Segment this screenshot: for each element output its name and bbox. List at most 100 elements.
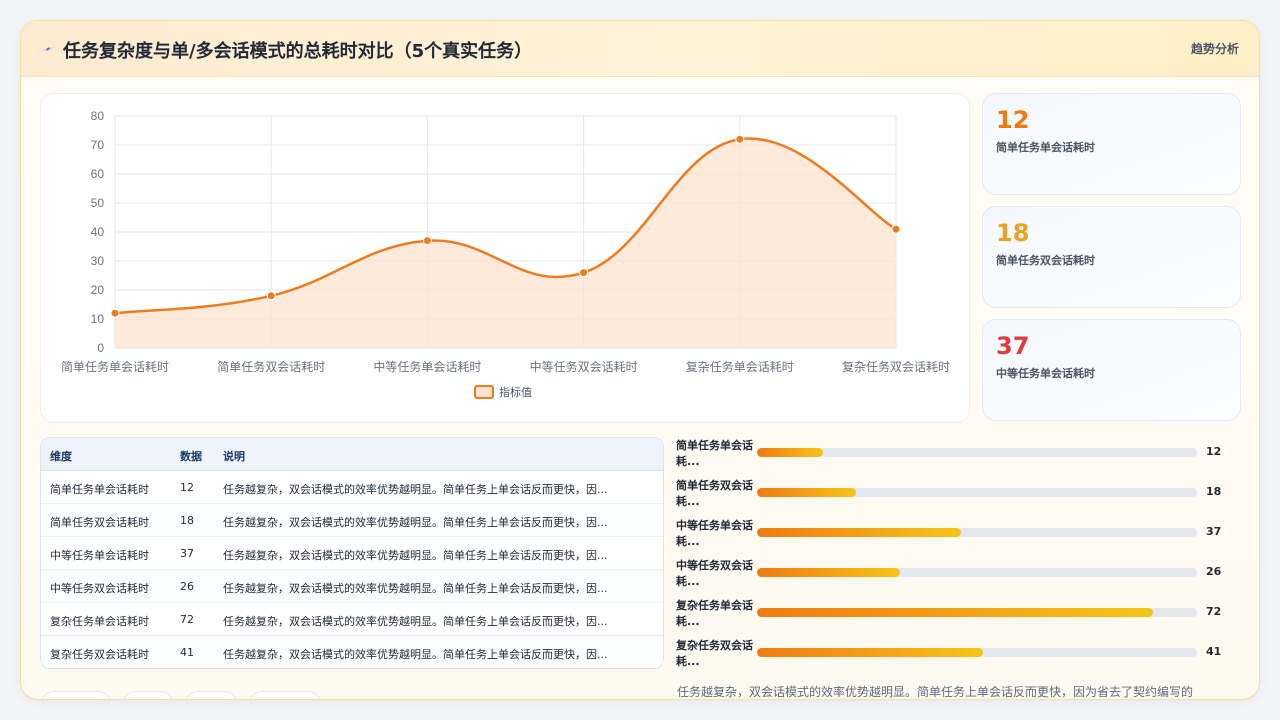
trend-analysis-button[interactable]: 趋势分析 <box>1191 40 1239 57</box>
column-header: 数据 <box>180 450 202 463</box>
cell-dimension: 简单任务单会话耗时 <box>50 483 149 496</box>
bar-value: 72 <box>1206 605 1222 618</box>
bar-track <box>757 488 1197 497</box>
chart-panel: 0 10 20 30 40 50 60 70 80 简单任务单会话耗时 简单任务双会话耗时 中等任务单… <box>40 93 970 423</box>
cell-description: 任务越复杂，双会话模式的效率优势越明显。简单任务上单会话反而更快，因... <box>223 516 608 529</box>
data-point <box>891 224 901 234</box>
y-tick-label: 10 <box>91 312 105 326</box>
filter-chip[interactable] <box>123 691 173 699</box>
table-row[interactable]: 简单任务单会话耗时 12 任务越复杂，双会话模式的效率优势越明显。简单任务上单会… <box>41 471 663 504</box>
bar-track <box>757 568 1197 577</box>
progress-bar-item: 复杂任务单会话耗... 72 <box>676 598 1236 638</box>
stat-card: 37 中等任务单会话耗时 <box>982 319 1241 421</box>
series-area <box>115 138 896 348</box>
stat-value: 12 <box>996 106 1030 134</box>
bar-label: 复杂任务单会话耗... <box>676 599 753 628</box>
table-row[interactable]: 复杂任务单会话耗时 72 任务越复杂，双会话模式的效率优势越明显。简单任务上单会… <box>41 603 663 636</box>
bar-fill <box>757 488 856 497</box>
line-area-chart: 0 10 20 30 40 50 60 70 80 简单任务单会话耗时 简单任务双会话耗时 中等任务单… <box>61 109 950 399</box>
cell-description: 任务越复杂，双会话模式的效率优势越明显。简单任务上单会话反而更快，因... <box>223 648 608 661</box>
cell-description: 任务越复杂，双会话模式的效率优势越明显。简单任务上单会话反而更快，因... <box>223 582 608 595</box>
bar-label: 中等任务双会话耗... <box>676 559 753 588</box>
column-header: 说明 <box>223 450 245 463</box>
summary-note: 任务越复杂，双会话模式的效率优势越明显。简单任务上单会话反而更快，因为省去了契约… <box>677 685 1194 699</box>
stat-card: 12 简单任务单会话耗时 <box>982 93 1241 195</box>
table-row[interactable]: 简单任务双会话耗时 18 任务越复杂，双会话模式的效率优势越明显。简单任务上单会… <box>41 504 663 537</box>
stat-label: 简单任务单会话耗时 <box>996 141 1095 154</box>
bar-label: 中等任务单会话耗... <box>676 519 753 548</box>
y-tick-label: 40 <box>91 225 105 239</box>
cell-dimension: 复杂任务单会话耗时 <box>50 615 149 628</box>
y-tick-label: 0 <box>97 341 104 355</box>
bar-value: 37 <box>1206 525 1222 538</box>
cell-value: 26 <box>180 580 194 593</box>
y-tick-label: 60 <box>91 167 105 181</box>
data-point <box>579 268 589 278</box>
legend-swatch <box>474 385 494 399</box>
cell-dimension: 中等任务单会话耗时 <box>50 549 149 562</box>
x-tick-label: 复杂任务单会话耗时 <box>686 359 794 374</box>
bar-label: 简单任务双会话耗... <box>676 479 753 508</box>
cell-description: 任务越复杂，双会话模式的效率优势越明显。简单任务上单会话反而更快，因... <box>223 483 608 496</box>
cell-value: 72 <box>180 613 194 626</box>
bar-fill <box>757 648 983 657</box>
cell-value: 41 <box>180 646 194 659</box>
cell-dimension: 复杂任务双会话耗时 <box>50 648 149 661</box>
cell-value: 37 <box>180 547 194 560</box>
dashboard-card: 任务复杂度与单/多会话模式的总耗时对比（5个真实任务） 趋势分析 0 10 20 30… <box>20 20 1260 700</box>
data-table: 维度 数据 说明 简单任务单会话耗时 12 任务越复杂，双会话模式的效率优势越明… <box>40 437 664 669</box>
bar-track <box>757 648 1197 657</box>
cell-dimension: 中等任务双会话耗时 <box>50 582 149 595</box>
progress-bar-item: 简单任务单会话耗... 12 <box>676 438 1236 478</box>
cell-value: 18 <box>180 514 194 527</box>
bar-value: 12 <box>1206 445 1222 458</box>
bar-track <box>757 448 1197 457</box>
card-header: 任务复杂度与单/多会话模式的总耗时对比（5个真实任务） 趋势分析 <box>21 21 1259 77</box>
filter-chip[interactable] <box>185 691 237 699</box>
filter-chip[interactable] <box>249 691 321 699</box>
bar-label: 复杂任务双会话耗... <box>676 639 753 668</box>
progress-bar-item: 复杂任务双会话耗... 41 <box>676 638 1236 678</box>
bar-value: 41 <box>1206 645 1222 658</box>
data-point <box>422 236 432 246</box>
table-row[interactable]: 复杂任务双会话耗时 41 任务越复杂，双会话模式的效率优势越明显。简单任务上单会… <box>41 636 663 668</box>
y-tick-label: 80 <box>91 109 105 123</box>
stat-value: 18 <box>996 219 1030 247</box>
stat-label: 简单任务双会话耗时 <box>996 254 1095 267</box>
table-header: 维度 数据 说明 <box>41 438 663 471</box>
x-tick-label: 复杂任务双会话耗时 <box>842 359 950 374</box>
data-point <box>266 291 276 301</box>
x-tick-label: 中等任务单会话耗时 <box>373 359 481 374</box>
lightning-icon <box>42 47 54 51</box>
x-tick-label: 简单任务双会话耗时 <box>217 359 325 374</box>
progress-bar-item: 中等任务单会话耗... 37 <box>676 518 1236 558</box>
x-tick-label: 简单任务单会话耗时 <box>61 359 169 374</box>
column-header: 维度 <box>50 450 72 463</box>
y-tick-label: 20 <box>91 283 105 297</box>
bar-fill <box>757 448 823 457</box>
bar-fill <box>757 568 900 577</box>
progress-bar-item: 中等任务双会话耗... 26 <box>676 558 1236 598</box>
table-row[interactable]: 中等任务双会话耗时 26 任务越复杂，双会话模式的效率优势越明显。简单任务上单会… <box>41 570 663 603</box>
data-point <box>110 308 120 318</box>
y-tick-label: 70 <box>91 138 105 152</box>
cell-description: 任务越复杂，双会话模式的效率优势越明显。简单任务上单会话反而更快，因... <box>223 549 608 562</box>
bar-track <box>757 608 1197 617</box>
bar-value: 26 <box>1206 565 1222 578</box>
x-tick-label: 中等任务双会话耗时 <box>530 359 638 374</box>
bar-label: 简单任务单会话耗... <box>676 439 753 468</box>
y-tick-label: 50 <box>91 196 105 210</box>
progress-bar-item: 简单任务双会话耗... 18 <box>676 478 1236 518</box>
table-row[interactable]: 中等任务单会话耗时 37 任务越复杂，双会话模式的效率优势越明显。简单任务上单会… <box>41 537 663 570</box>
data-point <box>735 134 745 144</box>
bar-value: 18 <box>1206 485 1222 498</box>
filter-chip[interactable] <box>41 691 111 699</box>
cell-dimension: 简单任务双会话耗时 <box>50 516 149 529</box>
stat-value: 37 <box>996 332 1030 360</box>
bar-track <box>757 528 1197 537</box>
bar-fill <box>757 528 961 537</box>
stat-card: 18 简单任务双会话耗时 <box>982 206 1241 308</box>
page-title: 任务复杂度与单/多会话模式的总耗时对比（5个真实任务） <box>63 41 533 62</box>
bar-fill <box>757 608 1153 617</box>
stat-label: 中等任务单会话耗时 <box>996 367 1095 380</box>
